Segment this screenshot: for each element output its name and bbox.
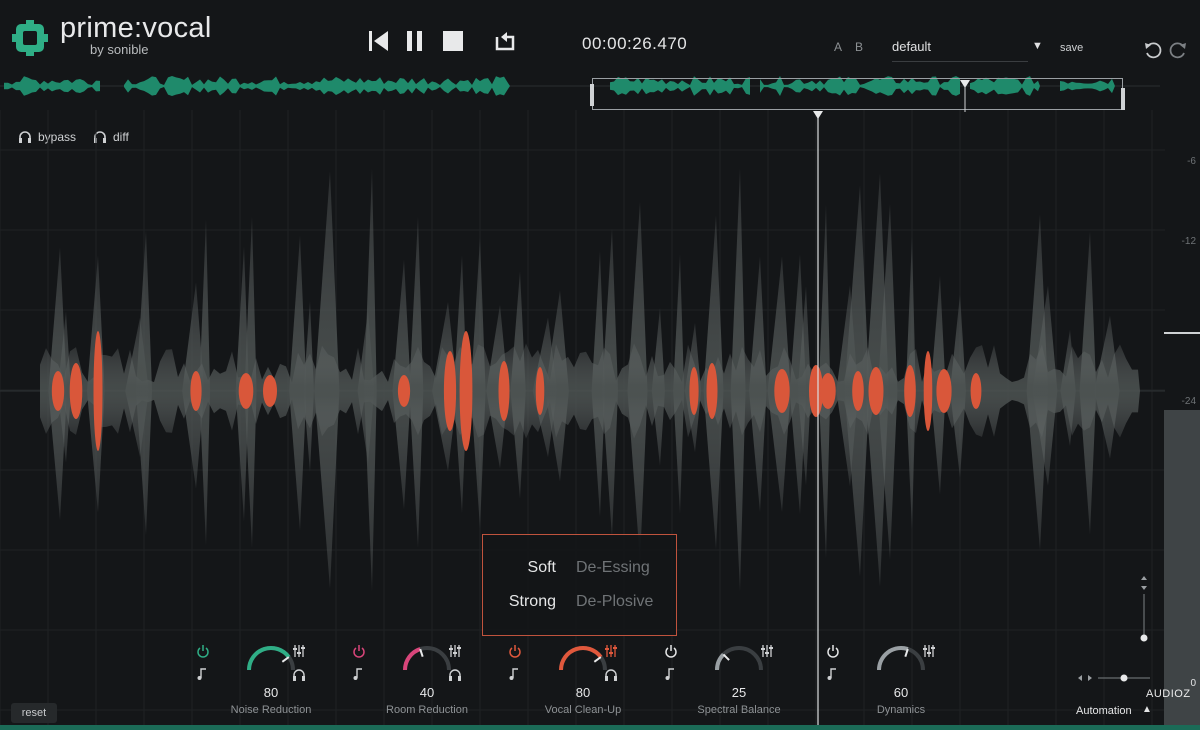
loop-icon[interactable]	[492, 28, 518, 54]
reset-button[interactable]: reset	[11, 703, 57, 723]
power-icon[interactable]	[826, 644, 840, 658]
note-icon	[509, 668, 518, 680]
module-value: 40	[419, 685, 435, 700]
horizontal-zoom-slider[interactable]	[1076, 670, 1152, 686]
mode-de-plosive-option[interactable]: De-Plosive	[576, 593, 653, 611]
power-icon[interactable]	[508, 644, 522, 658]
scale-tick: 0	[1190, 678, 1196, 689]
note-icon	[665, 668, 674, 680]
module-name: Noise Reduction	[230, 704, 312, 716]
level-scale: -6 -12 -24 0	[1160, 110, 1200, 730]
module-name: Room Reduction	[386, 704, 468, 716]
app-subtitle: by sonible	[90, 42, 149, 57]
module-spectral-balance: 25 Spectral Balance	[664, 640, 814, 730]
overview-selection[interactable]	[592, 78, 1123, 110]
module-name: Dynamics	[876, 704, 926, 716]
dynamics-knob[interactable]	[870, 644, 932, 688]
power-icon[interactable]	[196, 644, 210, 658]
room-reduction-knob[interactable]	[396, 644, 458, 688]
vertical-zoom-slider[interactable]	[1134, 574, 1154, 646]
mode-de-essing-option[interactable]: De-Essing	[576, 559, 650, 577]
power-icon[interactable]	[664, 644, 678, 658]
module-value: 60	[893, 685, 909, 700]
module-value: 25	[731, 685, 747, 700]
undo-icon[interactable]	[1143, 40, 1163, 60]
module-name: Spectral Balance	[697, 704, 781, 716]
module-dynamics: 60 Dynamics	[826, 640, 976, 730]
automation-arrow-icon[interactable]: ▲	[1142, 704, 1152, 715]
mode-strong-option[interactable]: Strong	[509, 593, 556, 611]
module-vocal-clean-up: 80 Vocal Clean-Up	[508, 640, 658, 730]
skip-to-start-icon[interactable]	[366, 28, 392, 54]
time-display: 00:00:26.470	[582, 34, 688, 53]
scale-tick: -24	[1181, 396, 1196, 407]
selection-handle-right[interactable]	[1119, 88, 1127, 110]
stop-icon[interactable]	[440, 28, 466, 54]
scale-tick: -12	[1181, 236, 1196, 247]
preset-dropdown-arrow-icon[interactable]: ▼	[1032, 40, 1043, 52]
module-room-reduction: 40 Room Reduction	[352, 640, 502, 730]
automation-button[interactable]: Automation	[1076, 705, 1132, 717]
main-waveform-view[interactable]	[0, 110, 1165, 730]
selection-handle-left[interactable]	[588, 84, 596, 106]
preset-dropdown[interactable]: default	[892, 36, 1028, 62]
note-icon	[353, 668, 362, 680]
module-value: 80	[263, 685, 279, 700]
module-noise-reduction: 80 Noise Reduction	[196, 640, 346, 730]
power-icon[interactable]	[352, 644, 366, 658]
note-icon	[827, 668, 836, 680]
pause-icon[interactable]	[402, 28, 428, 54]
app-title: prime:vocal	[60, 12, 212, 44]
mode-soft-option[interactable]: Soft	[528, 559, 556, 577]
vocal-cleanup-mode-panel: Soft De-Essing Strong De-Plosive	[482, 534, 677, 636]
overview-playhead[interactable]	[958, 80, 972, 112]
ab-compare-a[interactable]: A	[834, 40, 842, 54]
note-icon	[197, 668, 206, 680]
scale-tick: -6	[1187, 156, 1196, 167]
redo-icon[interactable]	[1168, 40, 1188, 60]
module-value: 80	[575, 685, 591, 700]
module-name: Vocal Clean-Up	[544, 704, 622, 716]
vocal-clean-up-knob[interactable]	[552, 644, 614, 688]
noise-reduction-knob[interactable]	[240, 644, 302, 688]
spectral-balance-knob[interactable]	[708, 644, 770, 688]
watermark-logo: AUDIOZ	[1146, 688, 1191, 700]
bottom-accent-bar	[0, 725, 1200, 730]
save-button[interactable]: save	[1060, 42, 1083, 54]
prime-vocal-logo-icon	[12, 20, 48, 56]
ab-compare-b[interactable]: B	[855, 40, 863, 54]
